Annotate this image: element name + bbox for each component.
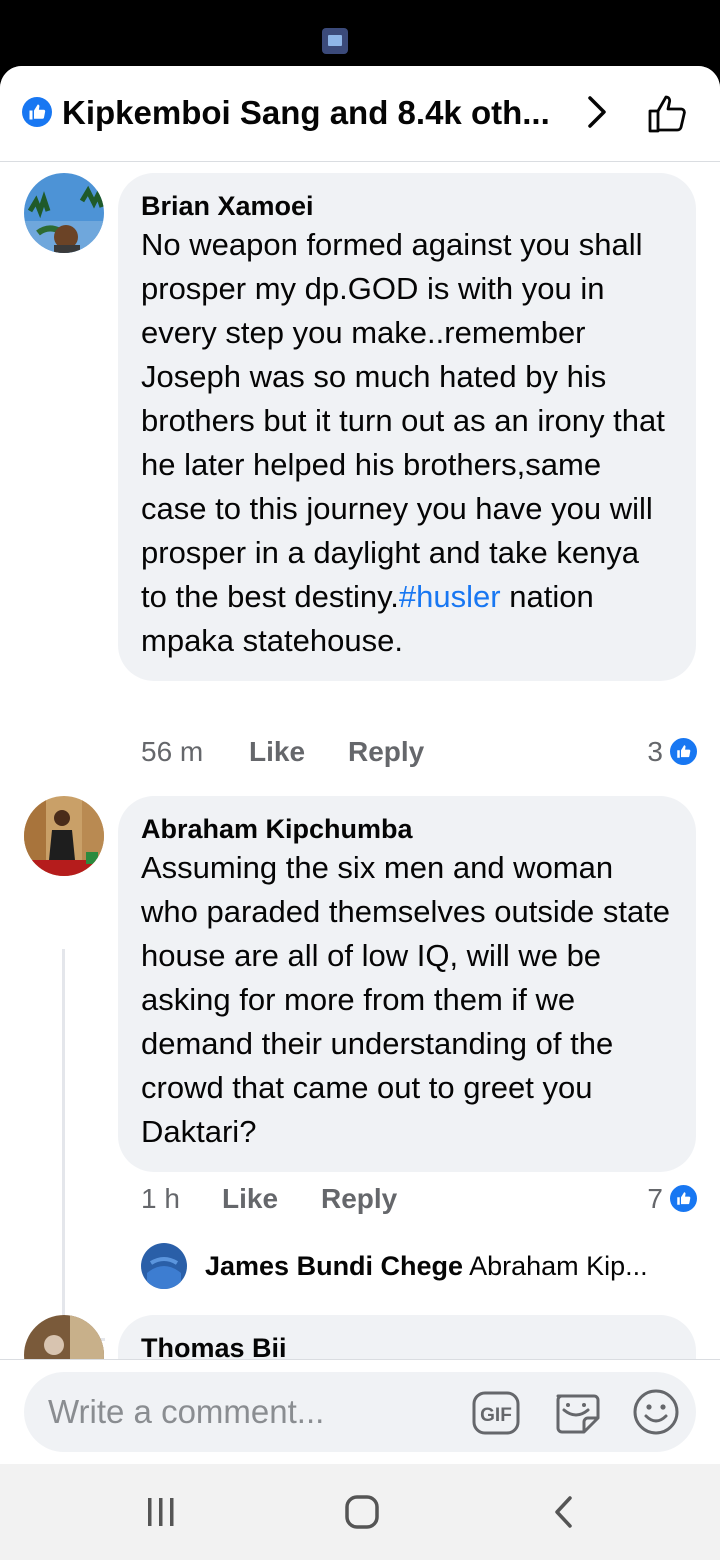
gif-icon[interactable]: GIF [471, 1388, 521, 1438]
status-bar [0, 0, 720, 66]
reply-snippet: Abraham Kip... [469, 1251, 648, 1281]
system-navigation-bar [0, 1464, 720, 1560]
comment-author[interactable]: Brian Xamoei [141, 189, 672, 223]
comment-author[interactable]: Abraham Kipchumba [141, 812, 672, 846]
sticker-icon[interactable] [550, 1386, 602, 1438]
reply-author[interactable]: James Bundi Chege [205, 1251, 463, 1281]
svg-text:GIF: GIF [480, 1405, 512, 1426]
back-icon[interactable] [545, 1492, 585, 1532]
like-button[interactable]: Like [249, 732, 305, 772]
reply-button[interactable]: Reply [321, 1179, 397, 1219]
comment-composer-bar: GIF [0, 1359, 720, 1464]
comment-composer[interactable]: GIF [24, 1372, 696, 1452]
avatar-james-bundi-chege[interactable] [141, 1243, 187, 1289]
avatar-brian-xamoei[interactable] [24, 173, 104, 253]
like-button[interactable]: Like [222, 1179, 278, 1219]
emoji-icon[interactable] [630, 1386, 682, 1438]
comment-text: Assuming the six men and woman who parad… [141, 850, 671, 1149]
like-post-icon[interactable] [645, 90, 691, 136]
comment-bubble[interactable]: Brian Xamoei No weapon formed against yo… [118, 173, 696, 681]
comments-sheet: Kipkemboi Sang and 8.4k oth... Brian Xam… [0, 66, 720, 1464]
comment-input[interactable] [48, 1390, 468, 1434]
comment-actions: 56 m Like Reply 3 [141, 732, 701, 772]
reaction-count[interactable]: 7 [647, 1179, 663, 1219]
chevron-right-icon[interactable] [582, 94, 612, 130]
home-icon[interactable] [342, 1492, 382, 1532]
reply-preview-text[interactable]: James Bundi Chege Abraham Kip... [205, 1251, 685, 1282]
hashtag-link[interactable]: #husler [399, 579, 501, 614]
reactions-header[interactable]: Kipkemboi Sang and 8.4k oth... [0, 66, 720, 162]
reactors-summary[interactable]: Kipkemboi Sang and 8.4k oth... [62, 94, 562, 132]
avatar-abraham-kipchumba[interactable] [24, 796, 104, 876]
thread-connector [62, 949, 105, 1341]
comment-bubble[interactable]: Abraham Kipchumba Assuming the six men a… [118, 796, 696, 1172]
reply-button[interactable]: Reply [348, 732, 424, 772]
comment-text: No weapon formed against you shall prosp… [141, 227, 665, 658]
comment-timestamp[interactable]: 56 m [141, 732, 203, 772]
like-reaction-icon [22, 97, 52, 127]
like-reaction-icon [668, 1183, 699, 1214]
recents-icon[interactable] [141, 1492, 181, 1532]
reaction-count[interactable]: 3 [647, 732, 663, 772]
app-notification-icon [322, 28, 348, 54]
reply-preview[interactable]: James Bundi Chege Abraham Kip... [141, 1242, 701, 1292]
comment-timestamp[interactable]: 1 h [141, 1179, 180, 1219]
comment-actions: 1 h Like Reply 7 [141, 1179, 701, 1219]
like-reaction-icon [668, 736, 699, 767]
